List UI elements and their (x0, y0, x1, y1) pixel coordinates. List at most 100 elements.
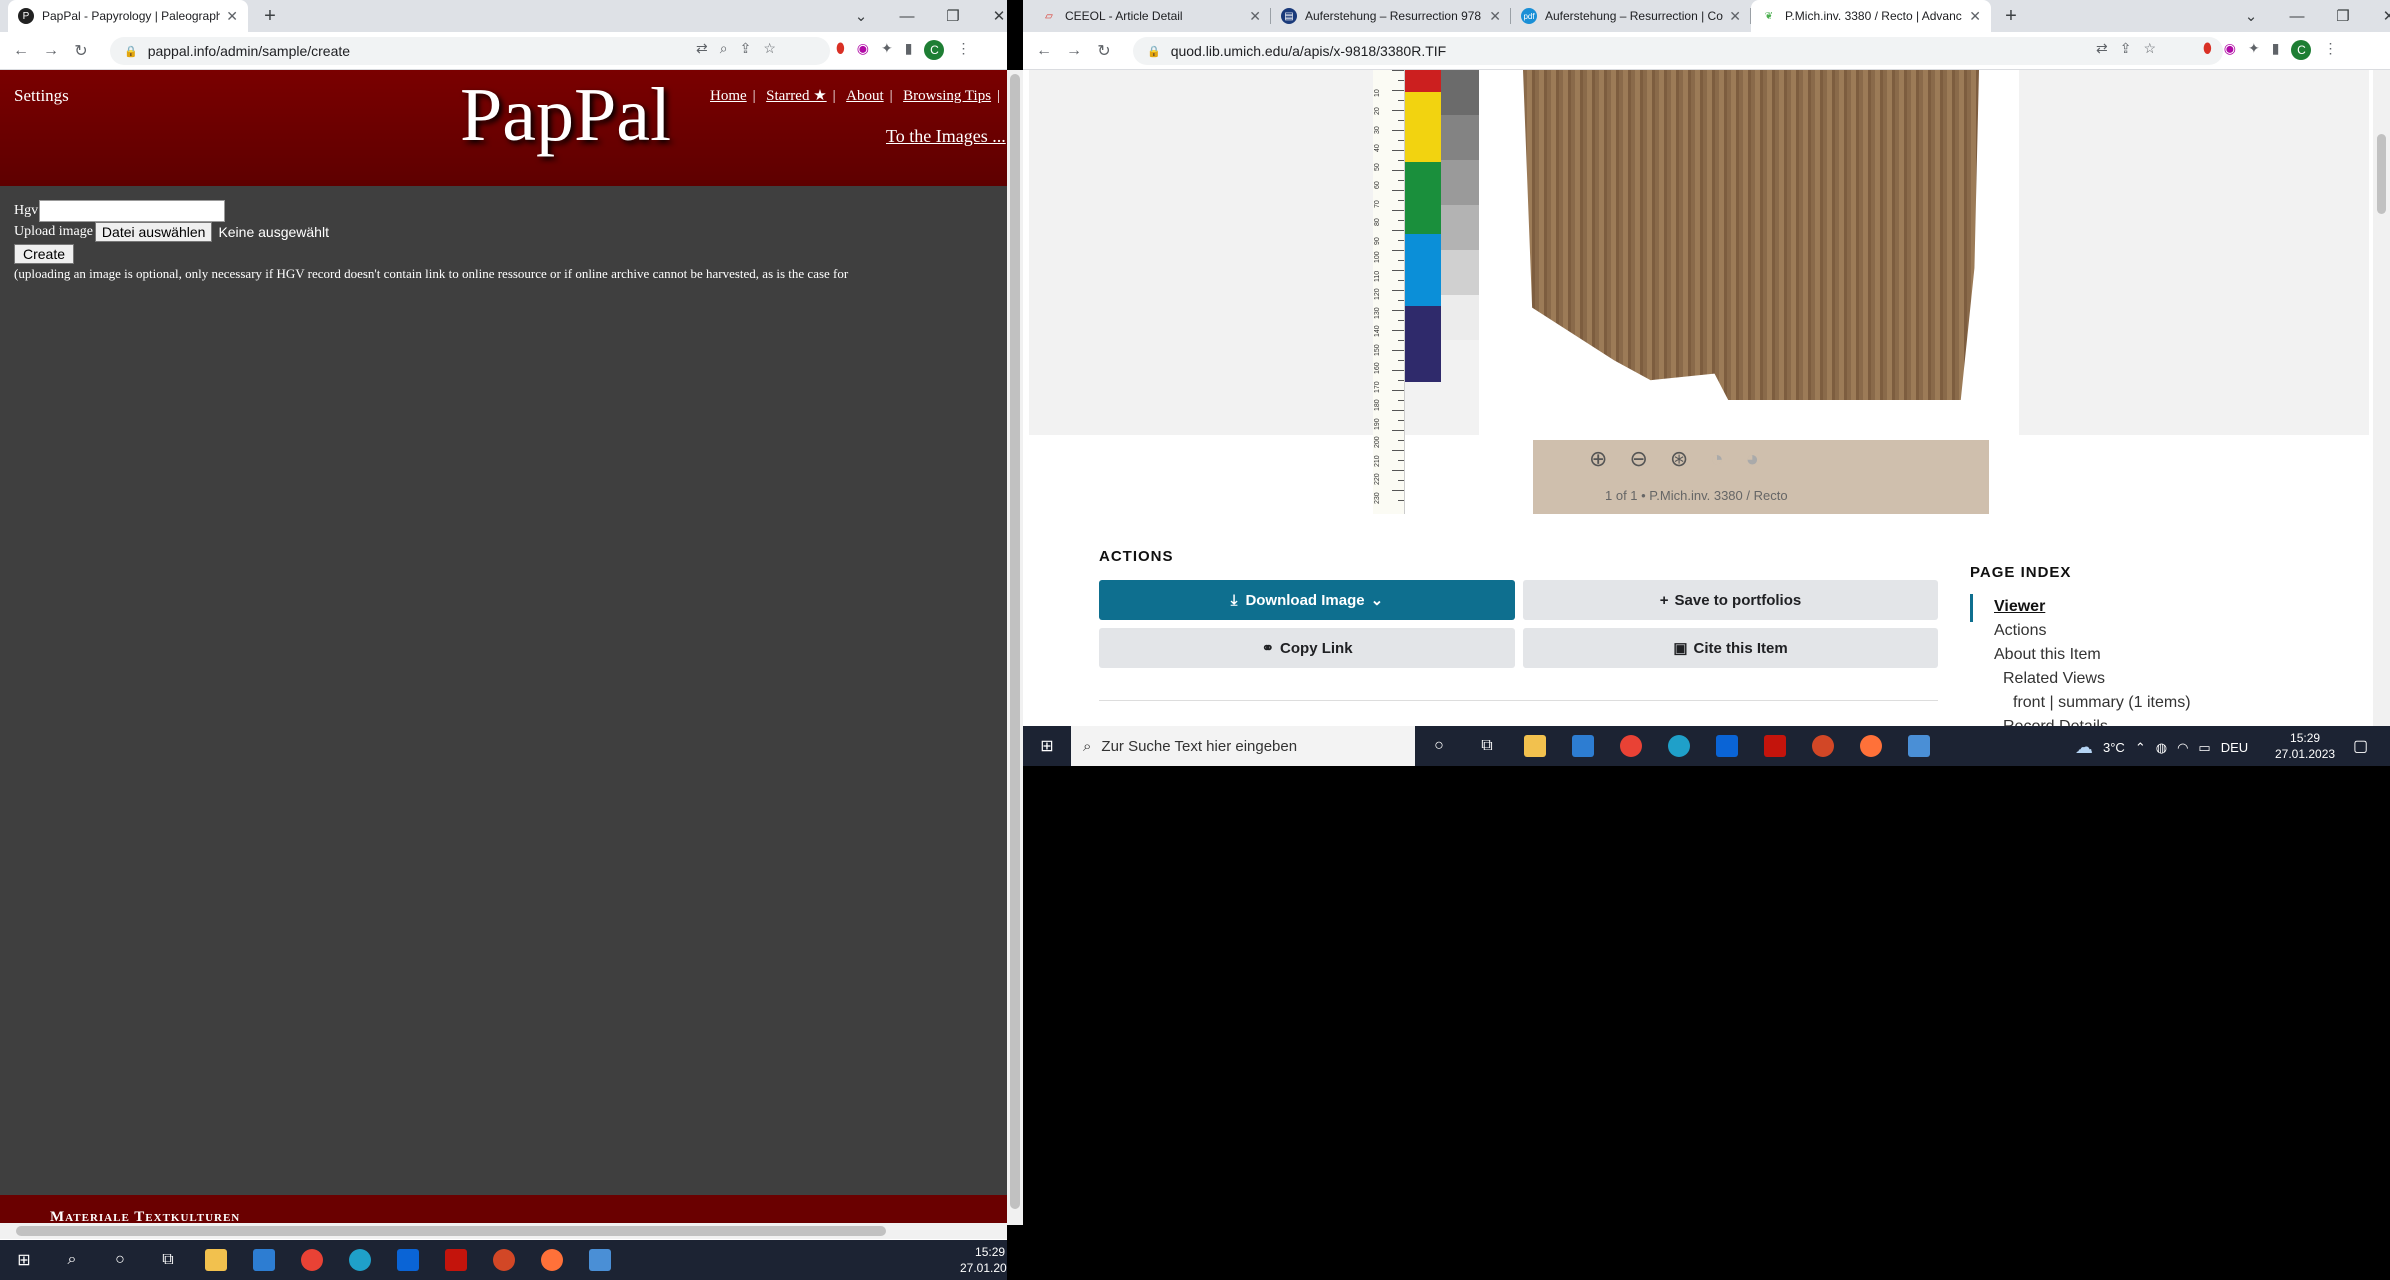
zoom-in-icon[interactable]: ⊕ (1589, 446, 1607, 472)
reset-zoom-icon[interactable]: ⊛ (1670, 446, 1688, 472)
pappal-logo[interactable]: PapPal (460, 72, 671, 159)
bookmark-star-icon[interactable]: ☆ (2143, 40, 2156, 57)
chrome-icon[interactable] (288, 1240, 336, 1280)
zoom-icon[interactable]: ⌕ (720, 40, 728, 57)
wifi-icon[interactable]: ◠ (2177, 740, 2188, 756)
extension-icon[interactable]: ⬮ (2203, 40, 2212, 60)
tab-search-icon[interactable]: ⌄ (2228, 7, 2274, 25)
right-scroll-thumb[interactable] (2377, 134, 2386, 214)
vertical-scroll-thumb[interactable] (1010, 74, 1020, 1209)
file-explorer-icon[interactable] (1511, 726, 1559, 766)
tab-search-icon[interactable]: ⌄ (838, 7, 884, 25)
cite-item-button[interactable]: ▣ Cite this Item (1523, 628, 1938, 668)
close-tab-icon[interactable]: ✕ (1969, 8, 1981, 25)
store-icon[interactable] (1559, 726, 1607, 766)
back-icon[interactable]: ← (6, 42, 36, 60)
create-button[interactable]: Create (14, 244, 75, 264)
rotate-left-icon[interactable]: ◔ (1710, 446, 1723, 472)
puzzle-icon[interactable]: ✦ (2248, 40, 2260, 60)
nav-starred[interactable]: Starred ★ (766, 88, 827, 104)
nav-about[interactable]: About (846, 88, 884, 104)
tab-pmich[interactable]: ❦ P.Mich.inv. 3380 / Recto | Advanc ✕ (1751, 0, 1991, 32)
acrobat-icon[interactable] (432, 1240, 480, 1280)
weather-cloud-icon[interactable]: ☁ (2075, 737, 2093, 758)
chrome-icon[interactable] (1607, 726, 1655, 766)
copy-link-button[interactable]: ⚭ Copy Link (1099, 628, 1515, 668)
app-icon[interactable] (1895, 726, 1943, 766)
profile-avatar[interactable]: C (924, 40, 945, 60)
acrobat-icon[interactable] (1751, 726, 1799, 766)
sidepanel-icon[interactable]: ▮ (2272, 40, 2280, 60)
taskbar-search-box[interactable]: ⌕ Zur Suche Text hier eingeben (1071, 726, 1415, 766)
search-icon[interactable]: ⌕ (48, 1240, 96, 1280)
minimize-icon[interactable]: — (2274, 8, 2320, 25)
horizontal-scroll-thumb[interactable] (16, 1226, 886, 1236)
reload-icon[interactable]: ↻ (1089, 41, 1119, 61)
close-window-icon[interactable]: ✕ (976, 7, 1007, 25)
notification-icon[interactable]: ▢ (2353, 736, 2368, 756)
share-icon[interactable]: ⇪ (2120, 40, 2132, 57)
close-tab-icon[interactable]: ✕ (1729, 8, 1741, 25)
forward-icon[interactable]: → (36, 42, 66, 60)
file-explorer-icon[interactable] (192, 1240, 240, 1280)
hgv-input[interactable] (39, 200, 226, 222)
translate-icon[interactable]: ⇄ (2096, 40, 2108, 57)
app-icon[interactable] (576, 1240, 624, 1280)
download-image-button[interactable]: ⤓ Download Image ⌄ (1099, 580, 1515, 620)
mail-icon[interactable] (384, 1240, 432, 1280)
close-tab-icon[interactable]: ✕ (226, 8, 238, 25)
extension-icon[interactable]: ⬮ (836, 40, 845, 60)
page-index-viewer[interactable]: Viewer (1994, 598, 2045, 616)
cortana-icon[interactable]: ○ (96, 1240, 144, 1280)
tab-pappal[interactable]: P PapPal - Papyrology | Paleograph ✕ (8, 0, 248, 32)
powerpoint-icon[interactable] (1799, 726, 1847, 766)
close-tab-icon[interactable]: ✕ (1489, 8, 1501, 25)
minimize-icon[interactable]: — (884, 8, 930, 25)
profile-avatar[interactable]: C (2291, 40, 2312, 60)
extension-icon[interactable]: ◉ (857, 40, 869, 60)
page-index-related-views[interactable]: Related Views (2003, 670, 2105, 688)
forward-icon[interactable]: → (1059, 42, 1089, 60)
image-viewer[interactable]: 10 20 30 40 50 60 70 80 90 100 110 120 130 140 150 160 1… (1029, 70, 2369, 514)
nav-browsing-tips[interactable]: Browsing Tips (903, 88, 991, 104)
task-view-icon[interactable]: ⧉ (144, 1240, 192, 1280)
menu-dots-icon[interactable]: ⋮ (956, 40, 970, 60)
powerpoint-icon[interactable] (480, 1240, 528, 1280)
page-index-actions[interactable]: Actions (1994, 622, 2046, 640)
page-index-front-summary[interactable]: front | summary (1 items) (2013, 694, 2191, 712)
share-icon[interactable]: ⇪ (740, 40, 752, 57)
restore-icon[interactable]: ❐ (2320, 7, 2366, 25)
language-indicator[interactable]: DEU (2221, 740, 2248, 755)
nav-home[interactable]: Home (710, 88, 747, 104)
mail-icon[interactable] (1703, 726, 1751, 766)
right-clock[interactable]: 15:29 27.01.2023 (2275, 730, 2335, 762)
close-window-icon[interactable]: ✕ (2366, 7, 2390, 25)
battery-icon[interactable]: ▭ (2198, 740, 2210, 756)
firefox-icon[interactable] (1847, 726, 1895, 766)
file-choose-button[interactable]: Datei auswählen (94, 222, 213, 242)
translate-icon[interactable]: ⇄ (696, 40, 708, 57)
extension-icon[interactable]: ◉ (2224, 40, 2236, 60)
page-index-about[interactable]: About this Item (1994, 646, 2101, 664)
bookmark-star-icon[interactable]: ☆ (763, 40, 776, 57)
windows-start-icon[interactable]: ⊞ (1023, 726, 1071, 766)
store-icon[interactable] (240, 1240, 288, 1280)
menu-dots-icon[interactable]: ⋮ (2323, 40, 2337, 60)
task-view-icon[interactable]: ⧉ (1463, 726, 1511, 766)
tray-chevron-icon[interactable]: ⌃ (2135, 740, 2146, 756)
edge-icon[interactable] (336, 1240, 384, 1280)
puzzle-icon[interactable]: ✦ (881, 40, 893, 60)
back-icon[interactable]: ← (1029, 42, 1059, 60)
network-icon[interactable]: ◍ (2156, 740, 2167, 756)
new-tab-button[interactable]: + (256, 4, 284, 28)
tab-ceeol[interactable]: ▱ CEEOL - Article Detail ✕ (1031, 0, 1271, 32)
to-the-images-link[interactable]: To the Images ... (886, 126, 1006, 147)
right-url-bar[interactable]: 🔒 quod.lib.umich.edu/a/apis/x-9818/3380R… (1133, 37, 2223, 65)
right-vertical-scrollbar[interactable] (2373, 70, 2390, 726)
save-to-portfolios-button[interactable]: + Save to portfolios (1523, 580, 1938, 620)
rotate-right-icon[interactable]: ◕ (1746, 446, 1759, 472)
new-tab-button[interactable]: + (1997, 4, 2025, 28)
sidepanel-icon[interactable]: ▮ (905, 40, 913, 60)
reload-icon[interactable]: ↻ (66, 41, 96, 61)
weather-temperature[interactable]: 3°C (2103, 740, 2125, 755)
